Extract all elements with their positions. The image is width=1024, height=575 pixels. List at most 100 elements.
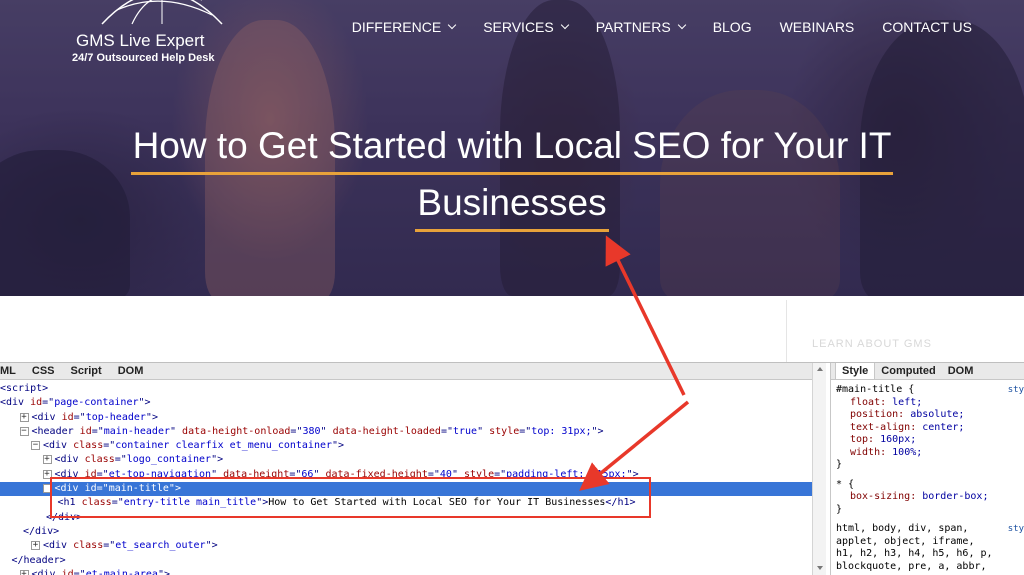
page-title-line: How to Get Started with Local SEO for Yo… [130, 120, 894, 175]
nav-item-label: PARTNERS [595, 19, 671, 35]
dom-node[interactable]: <h1 class="entry-title main_title">How t… [0, 496, 812, 510]
tab-dom[interactable]: DOM [110, 363, 152, 379]
dom-node-text: <h1 class="entry-title main_title">How t… [57, 497, 636, 509]
css-property: float: left; [850, 396, 923, 408]
css-rule: * {box-sizing: border-box;} [836, 479, 1024, 517]
css-selector: applet, object, iframe, [836, 535, 975, 547]
dom-node-text: <script> [0, 383, 49, 394]
css-gap [836, 516, 1024, 523]
style-inspector: Style Computed DOM #main-title { sty float: … [830, 363, 1024, 575]
css-property: width: 100%; [850, 446, 923, 458]
nav-item-label: BLOG [712, 19, 752, 35]
css-selector: h1, h2, h3, h4, h5, h6, p, [836, 548, 993, 559]
css-rule-close: } [836, 459, 843, 470]
scroll-down-arrow-icon[interactable] [817, 566, 823, 570]
collapse-icon[interactable]: − [19, 426, 29, 436]
css-rule: html, body, div, span, sty applet, object,… [836, 523, 1024, 573]
css-rule: #main-title { sty float: left; position: ab… [836, 384, 1024, 472]
nav-item-partners[interactable]: PARTNERS [582, 19, 699, 35]
tab-computed[interactable]: Computed [875, 363, 941, 379]
chevron-down-icon [447, 20, 457, 30]
site-logo[interactable]: GMS Live Expert 24/7 Outsourced Help Des… [72, 0, 242, 70]
chevron-down-icon [677, 20, 686, 30]
dom-node-text: <div class="logo_container"> [54, 454, 224, 466]
dom-tree: <script> <div id="page-container"> + <div i… [0, 380, 812, 575]
tab-script[interactable]: Script [63, 363, 110, 379]
css-property: top: 160px; [850, 434, 917, 445]
tab-style[interactable]: Style [835, 363, 876, 379]
dom-node[interactable]: <div id="page-container"> [0, 396, 812, 410]
dom-node[interactable]: + <div id="et-top-navigation" data-height… [0, 468, 812, 482]
dom-node[interactable]: + <div id="top-header"> [0, 411, 812, 425]
dom-node[interactable]: + <div class="et_search_outer"> [0, 539, 812, 553]
tab-ml[interactable]: ML [0, 363, 24, 379]
dom-node-text: <div class="container clearfix et_menu_c… [43, 440, 345, 452]
dom-node-text: <div id="page-container"> [0, 397, 151, 409]
nav-item-difference[interactable]: DIFFERENCE [338, 19, 469, 35]
content-area [0, 296, 1024, 362]
css-source-link[interactable]: sty [1008, 523, 1024, 536]
dom-node-text: <div class="et_search_outer"> [43, 540, 218, 552]
logo-name: GMS Live Expert [76, 31, 205, 50]
main-navigation: DIFFERENCE SERVICES PARTNERS BLOG WEBINARS CO… [338, 19, 972, 35]
expand-icon[interactable]: + [42, 455, 52, 465]
chevron-down-icon [560, 20, 569, 30]
dom-node[interactable]: </div> [0, 511, 812, 525]
dom-node-text: <div id="main-title"> [54, 483, 181, 495]
page-title: How to Get Started with Local SEO for Yo… [0, 118, 1024, 232]
nav-item-label: SERVICES [483, 19, 554, 35]
css-rule-close: } [836, 503, 843, 515]
dom-node[interactable]: + <div class="logo_container"> [0, 453, 812, 467]
nav-item-contact-us[interactable]: CONTACT US [868, 19, 972, 35]
nav-item-services[interactable]: SERVICES [469, 19, 582, 35]
globe-arc-icon [101, 0, 223, 25]
nav-item-blog[interactable]: BLOG [699, 19, 766, 35]
hero-banner: GMS Live Expert 24/7 Outsourced Help Des… [0, 0, 1024, 296]
sidebar-heading: LEARN ABOUT GMS [812, 338, 932, 350]
dom-node-text: <header id="main-header" data-height-onl… [31, 425, 604, 437]
collapse-icon[interactable]: − [42, 484, 52, 494]
css-selector: blockquote, pre, a, abbr, [836, 560, 987, 572]
page-title-line: Businesses [415, 177, 609, 232]
dom-tree-scrollbar[interactable] [812, 363, 826, 575]
css-source-link[interactable]: sty [1008, 384, 1024, 397]
nav-item-label: CONTACT US [882, 19, 972, 35]
tab-dom[interactable]: DOM [942, 363, 980, 379]
dom-node[interactable]: <script> [0, 382, 812, 396]
css-property: position: absolute; [850, 409, 965, 420]
dom-node-text: <div id="et-top-navigation" data-height=… [54, 468, 639, 480]
dom-node-text: <div id="top-header"> [31, 411, 158, 423]
css-selector: #main-title { [836, 384, 915, 395]
dom-node[interactable]: + <div id="et-main-area"> [0, 568, 812, 575]
css-rules: #main-title { sty float: left; position: ab… [831, 380, 1024, 573]
dom-node[interactable]: </header> [0, 554, 812, 568]
logo-tagline: 24/7 Outsourced Help Desk [72, 52, 215, 64]
scroll-up-arrow-icon[interactable] [817, 367, 823, 371]
dom-node-text: </div> [23, 525, 60, 537]
css-property: text-align: center; [850, 421, 965, 433]
dom-node-selected[interactable]: − <div id="main-title"> [0, 482, 812, 497]
css-property: box-sizing: border-box; [850, 491, 989, 502]
nav-item-label: DIFFERENCE [351, 19, 442, 35]
expand-icon[interactable]: + [31, 541, 40, 551]
dom-node[interactable]: − <header id="main-header" data-height-on… [0, 425, 812, 439]
sidebar-divider [786, 300, 787, 362]
expand-icon[interactable]: + [19, 412, 29, 422]
nav-item-webinars[interactable]: WEBINARS [766, 19, 869, 35]
tab-css[interactable]: CSS [24, 363, 63, 379]
dom-node[interactable]: − <div class="container clearfix et_menu_… [0, 439, 812, 453]
expand-icon[interactable]: + [19, 569, 29, 575]
dom-node-text: </div> [46, 511, 83, 523]
html-inspector: ML CSS Script DOM <script> <div id="page-con… [0, 363, 812, 575]
expand-icon[interactable]: + [42, 469, 52, 479]
css-gap [836, 472, 1024, 479]
devtools-panel: ML CSS Script DOM <script> <div id="page-con… [0, 362, 1024, 575]
dom-node-text: </header> [11, 554, 66, 566]
style-tabbar: Style Computed DOM [831, 363, 1024, 380]
css-selector: html, body, div, span, [836, 523, 969, 534]
dom-node[interactable]: </div> [0, 525, 812, 539]
css-selector: * { [836, 478, 855, 490]
collapse-icon[interactable]: − [31, 441, 40, 451]
nav-item-label: WEBINARS [779, 19, 855, 35]
dom-node-text: <div id="et-main-area"> [31, 568, 171, 575]
